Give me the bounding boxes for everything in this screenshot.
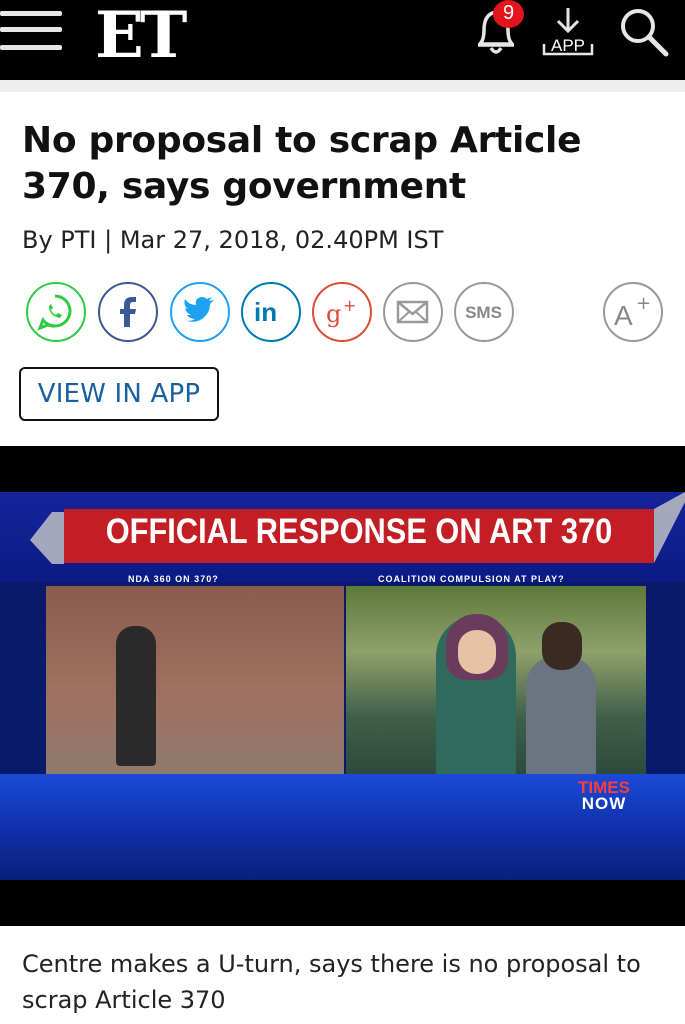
whatsapp-icon[interactable] (26, 282, 86, 342)
video-scene-right (346, 586, 646, 776)
sms-icon[interactable]: SMS (454, 282, 514, 342)
font-size-label: A (614, 300, 633, 331)
svg-text:+: + (636, 293, 651, 314)
et-logo[interactable]: ET (95, 0, 187, 73)
person-figure (116, 626, 156, 766)
video-scene-left (46, 586, 344, 774)
person-head (542, 622, 582, 670)
svg-text:in: in (254, 297, 277, 327)
video-subtitle-right: COALITION COMPULSION AT PLAY? (378, 574, 565, 584)
twitter-icon[interactable] (170, 282, 230, 342)
download-app-icon[interactable]: APP (540, 6, 596, 58)
svg-text:g: g (326, 300, 341, 328)
email-icon[interactable] (383, 282, 443, 342)
linkedin-icon[interactable]: in (241, 282, 301, 342)
person-face (458, 630, 496, 674)
person-figure (526, 656, 596, 776)
svg-text:+: + (343, 296, 356, 315)
video-subtitle-left: NDA 360 ON 370? (128, 574, 219, 584)
article-headline: No proposal to scrap Article 370, says g… (22, 120, 582, 207)
video-caption: Centre makes a U-turn, says there is no … (22, 950, 641, 1014)
video-player[interactable]: OFFICIAL RESPONSE ON ART 370 NDA 360 ON … (0, 446, 685, 926)
video-frame: OFFICIAL RESPONSE ON ART 370 NDA 360 ON … (0, 492, 685, 880)
channel-logo: TIMES NOW (578, 779, 630, 813)
search-icon[interactable] (618, 6, 672, 58)
facebook-icon[interactable] (98, 282, 158, 342)
view-in-app-button[interactable]: VIEW IN APP (19, 367, 219, 421)
channel-logo-bottom: NOW (581, 794, 627, 813)
top-bar: ET 9 APP (0, 0, 685, 80)
googleplus-icon[interactable]: g + (312, 282, 372, 342)
sms-label: SMS (465, 303, 502, 322)
video-banner: OFFICIAL RESPONSE ON ART 370 NDA 360 ON … (0, 492, 685, 584)
notification-badge: 9 (493, 0, 524, 28)
menu-icon[interactable] (0, 7, 62, 53)
article-byline: By PTI | Mar 27, 2018, 02.40PM IST (22, 226, 444, 254)
header-divider (0, 80, 685, 92)
video-banner-title: OFFICIAL RESPONSE ON ART 370 (105, 512, 613, 551)
share-bar: in g + SMS A + (26, 282, 666, 342)
app-label: APP (550, 36, 586, 55)
font-size-icon[interactable]: A + (603, 282, 663, 342)
